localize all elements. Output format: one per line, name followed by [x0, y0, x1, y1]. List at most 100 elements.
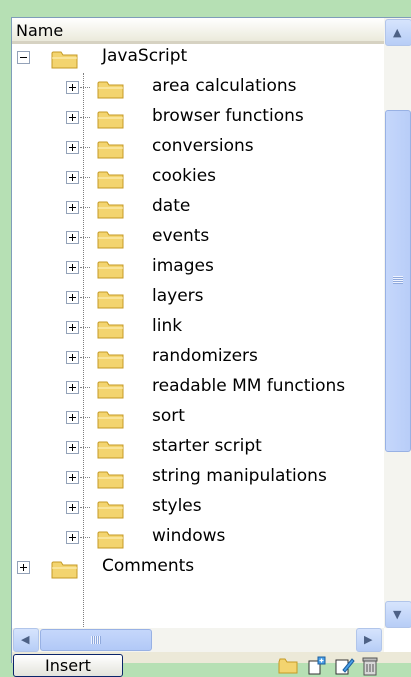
tree-item-label: images — [152, 256, 214, 276]
tree-connector-dots — [80, 417, 90, 418]
tree-connector-dots — [80, 537, 90, 538]
tree-item-label: area calculations — [152, 76, 297, 96]
expand-toggle[interactable] — [66, 471, 79, 484]
tree-connector-dots — [80, 117, 90, 118]
tree-row[interactable]: readable MM functions — [12, 374, 384, 404]
vertical-scrollbar[interactable]: ▲ ▼ — [384, 18, 411, 628]
tree-row[interactable]: conversions — [12, 134, 384, 164]
tree-row-sibling[interactable]: Comments — [12, 554, 384, 584]
tree-connector-dots — [80, 147, 90, 148]
expand-toggle[interactable] — [66, 441, 79, 454]
bottom-toolbar: Insert — [0, 654, 411, 677]
tree-item-label: sort — [152, 406, 185, 426]
tree-connector-dots — [80, 477, 90, 478]
tree-connector-dots — [80, 177, 90, 178]
tree-item-label: string manipulations — [152, 466, 327, 486]
tree-row[interactable]: sort — [12, 404, 384, 434]
horizontal-scrollbar[interactable]: ◀ ▶ — [12, 628, 384, 652]
tree-row[interactable]: styles — [12, 494, 384, 524]
expand-toggle[interactable] — [66, 111, 79, 124]
scroll-down-button[interactable]: ▼ — [385, 601, 411, 628]
tree-connector-dots — [80, 447, 90, 448]
tree-item-label: Comments — [102, 556, 195, 576]
tree-row-root[interactable]: JavaScript — [12, 44, 384, 74]
tree-item-label: styles — [152, 496, 202, 516]
tree-view: JavaScript area calculations browser funct… — [12, 44, 384, 628]
tree-item-label: conversions — [152, 136, 254, 156]
chevron-down-icon: ▼ — [393, 608, 402, 621]
tree-connector-dots — [80, 87, 90, 88]
expand-toggle[interactable] — [66, 411, 79, 424]
tree-row[interactable]: events — [12, 224, 384, 254]
tree-row[interactable]: browser functions — [12, 104, 384, 134]
tree-row[interactable]: link — [12, 314, 384, 344]
expand-toggle[interactable] — [66, 141, 79, 154]
horizontal-scroll-thumb[interactable] — [40, 629, 152, 651]
tree-connector-dots — [80, 327, 90, 328]
expand-toggle[interactable] — [66, 501, 79, 514]
column-header[interactable]: Name — [12, 18, 384, 44]
chevron-left-icon: ◀ — [21, 633, 30, 646]
tree-item-label: layers — [152, 286, 204, 306]
scroll-left-button[interactable]: ◀ — [13, 628, 39, 652]
expand-toggle[interactable] — [66, 201, 79, 214]
expand-toggle[interactable] — [66, 291, 79, 304]
tree-item-label: windows — [152, 526, 226, 546]
expand-toggle[interactable] — [66, 321, 79, 334]
folder-icon — [97, 441, 124, 459]
edit-icon[interactable] — [334, 656, 356, 676]
tree-connector-dots — [80, 297, 90, 298]
tree-connector-dots — [80, 507, 90, 508]
expand-toggle[interactable] — [66, 231, 79, 244]
tree-row[interactable]: windows — [12, 524, 384, 554]
tree-row[interactable]: layers — [12, 284, 384, 314]
expand-toggle[interactable] — [66, 351, 79, 364]
expand-toggle[interactable] — [66, 261, 79, 274]
name-column-label: Name — [16, 21, 64, 40]
tree-row[interactable]: string manipulations — [12, 464, 384, 494]
expand-toggle[interactable] — [66, 81, 79, 94]
scroll-up-button[interactable]: ▲ — [385, 19, 411, 46]
folder-icon — [97, 381, 124, 399]
grip-icon — [393, 276, 403, 284]
vertical-scroll-thumb[interactable] — [385, 110, 411, 452]
new-folder-icon[interactable] — [278, 656, 300, 676]
tree-row[interactable]: starter script — [12, 434, 384, 464]
tree-item-label: events — [152, 226, 210, 246]
tree-row[interactable]: date — [12, 194, 384, 224]
collapse-toggle[interactable] — [17, 51, 30, 64]
tree-row[interactable]: cookies — [12, 164, 384, 194]
tree-row[interactable]: images — [12, 254, 384, 284]
grip-icon — [91, 636, 101, 644]
folder-icon — [97, 351, 124, 369]
tree-item-label: readable MM functions — [152, 376, 346, 396]
folder-icon — [97, 321, 124, 339]
expand-toggle[interactable] — [17, 561, 30, 574]
folder-icon — [97, 201, 124, 219]
tree-item-label: link — [152, 316, 183, 336]
scroll-right-button[interactable]: ▶ — [356, 628, 382, 652]
expand-toggle[interactable] — [66, 531, 79, 544]
expand-toggle[interactable] — [66, 171, 79, 184]
tree-item-label: JavaScript — [102, 46, 188, 66]
folder-icon — [97, 81, 124, 99]
folder-icon — [97, 471, 124, 489]
insert-button[interactable]: Insert — [13, 654, 123, 677]
folder-icon — [97, 111, 124, 129]
tree-item-label: date — [152, 196, 191, 216]
tree-row[interactable]: randomizers — [12, 344, 384, 374]
delete-icon[interactable] — [360, 656, 382, 676]
folder-icon — [97, 171, 124, 189]
folder-icon — [97, 411, 124, 429]
folder-icon — [97, 291, 124, 309]
tree-row[interactable]: area calculations — [12, 74, 384, 104]
chevron-up-icon: ▲ — [393, 26, 402, 39]
folder-icon — [97, 261, 124, 279]
folder-open-icon — [51, 51, 78, 69]
new-item-icon[interactable] — [306, 656, 328, 676]
tree-item-label: browser functions — [152, 106, 304, 126]
folder-icon — [97, 141, 124, 159]
tree-connector-dots — [80, 237, 90, 238]
folder-icon — [97, 231, 124, 249]
expand-toggle[interactable] — [66, 381, 79, 394]
